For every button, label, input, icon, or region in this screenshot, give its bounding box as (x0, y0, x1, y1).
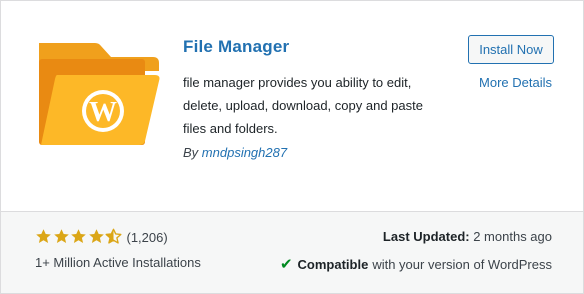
more-details-link[interactable]: More Details (479, 75, 552, 90)
svg-text:W: W (89, 97, 117, 128)
last-updated: Last Updated: 2 months ago (383, 229, 552, 244)
compatibility-status: ✔ Compatible with your version of WordPr… (280, 255, 552, 273)
plugin-card: W File Manager file manager provides you… (0, 0, 584, 294)
star-rating: (1,206) (35, 228, 168, 245)
star-half-icon (105, 228, 122, 244)
last-updated-label: Last Updated: (382, 229, 470, 244)
plugin-author: By mndpsingh287 (183, 145, 287, 160)
plugin-title[interactable]: File Manager (183, 37, 289, 57)
plugin-description: file manager provides you ability to edi… (183, 75, 423, 136)
wordpress-folder-icon[interactable]: W (35, 41, 161, 147)
star-full-icon (36, 229, 51, 243)
author-link[interactable]: mndpsingh287 (202, 145, 287, 160)
active-installs: 1+ Million Active Installations (35, 255, 201, 270)
last-updated-value: 2 months ago (473, 229, 552, 244)
plugin-card-top: W File Manager file manager provides you… (1, 1, 583, 211)
rating-count: (1,206) (126, 229, 168, 245)
compatible-label: Compatible (297, 256, 369, 272)
plugin-card-footer: (1,206) 1+ Million Active Installations … (1, 211, 583, 293)
star-full-icon (71, 229, 86, 243)
star-full-icon (53, 229, 69, 243)
author-prefix: By (183, 145, 199, 160)
star-full-icon (88, 229, 104, 243)
install-now-button[interactable]: Install Now (468, 35, 554, 64)
compatible-text: with your version of WordPress (372, 256, 552, 272)
checkmark-icon: ✔ (279, 256, 293, 273)
